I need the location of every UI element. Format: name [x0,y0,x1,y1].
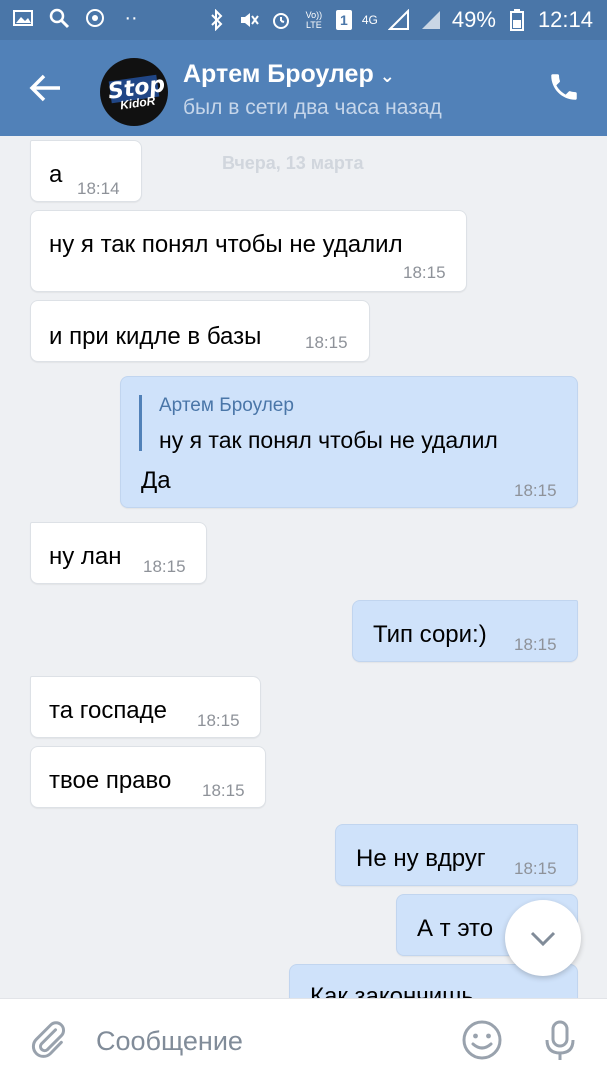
message-time: 18:15 [197,711,240,730]
date-separator: Вчера, 13 марта [222,153,364,173]
signal-icon [387,8,410,31]
mute-icon [238,9,260,31]
gallery-icon [12,7,34,29]
message-input[interactable]: Сообщение [96,1026,243,1057]
signal-2-icon [420,9,442,31]
phone-icon [551,74,577,100]
message-time: 18:15 [514,481,557,500]
message-bubble-outgoing[interactable]: Тип сори:) 18:15 [352,600,578,662]
message-bubble-outgoing[interactable]: Артем Броулер ну я так понял чтобы не уд… [120,376,578,508]
message-composer: Сообщение [0,998,607,1081]
message-text: Тип сори:) [373,621,487,648]
clock: 12:14 [537,7,593,32]
message-time: 18:15 [403,263,446,282]
message-time: 18:15 [514,635,557,654]
message-text: твое право [49,767,172,794]
message-text: Не ну вдруг [356,845,486,872]
message-bubble-incoming[interactable]: и при кидле в базы 18:15 [30,300,370,362]
message-text: Как закончишь [310,983,474,998]
message-text: а [49,161,63,188]
back-button[interactable] [28,70,64,106]
message-text: ну я так понял чтобы не удалил [49,231,403,258]
battery-icon [506,9,528,31]
chat-header: Stop KidoR Артем Броулер ⌄ был в сети два… [0,40,607,136]
call-button[interactable] [547,70,583,106]
message-time: 18:15 [202,781,245,800]
message-bubble-incoming[interactable]: а 18:14 [30,140,142,202]
battery-percent: 49% [451,7,496,32]
quote-text: ну я так понял чтобы не удалил [159,427,498,453]
presence-status: был в сети два часа назад [183,96,442,119]
message-bubble-outgoing[interactable]: Не ну вдруг 18:15 [335,824,578,886]
message-text: ну лан [49,543,122,570]
message-text: и при кидле в базы [49,323,262,350]
message-bubble-incoming[interactable]: та госпаде 18:15 [30,676,261,738]
message-time: 18:15 [514,859,557,878]
bluetooth-icon [206,8,228,32]
search-icon [48,7,70,29]
avatar[interactable]: Stop KidoR [100,58,168,126]
sticker-button[interactable] [460,1018,504,1062]
message-bubble-incoming[interactable]: твое право 18:15 [30,746,266,808]
network-type: 4G [361,13,378,27]
sync-icon [84,7,106,29]
message-feed[interactable]: Вчера, 13 марта а 18:14 ну я так понял ч… [0,136,607,998]
chevron-down-icon [530,931,556,947]
quote-author: Артем Броулер [159,395,294,416]
arrow-left-icon [29,74,60,102]
chevron-down-icon: ⌄ [379,66,395,86]
message-time: 18:15 [305,333,348,352]
paperclip-icon [31,1021,66,1058]
message-text: Да [141,467,171,494]
message-time: 18:15 [143,557,186,576]
scroll-down-button[interactable] [505,900,581,976]
contact-name[interactable]: Артем Броулер ⌄ [183,60,395,89]
alarm-icon [270,9,292,31]
message-bubble-incoming[interactable]: ну я так понял чтобы не удалил 18:15 [30,210,467,292]
quote-bar [139,395,142,451]
microphone-icon [545,1020,575,1060]
message-bubble-incoming[interactable]: ну лан 18:15 [30,522,207,584]
message-text: А т это [417,915,494,942]
voice-record-button[interactable] [538,1018,582,1062]
sim-icon: 1 [335,10,352,30]
message-time: 18:14 [77,179,120,198]
contact-name-text: Артем Броулер [183,60,374,88]
status-bar: ·· Vo)) LTE 1 4G 49% 12:14 [0,0,607,40]
volte-icon: Vo)) LTE [305,10,323,30]
attach-button[interactable] [28,1019,72,1063]
message-text: та госпаде [49,697,168,724]
smile-icon [462,1020,502,1060]
more-dots-icon: ·· [124,7,138,29]
